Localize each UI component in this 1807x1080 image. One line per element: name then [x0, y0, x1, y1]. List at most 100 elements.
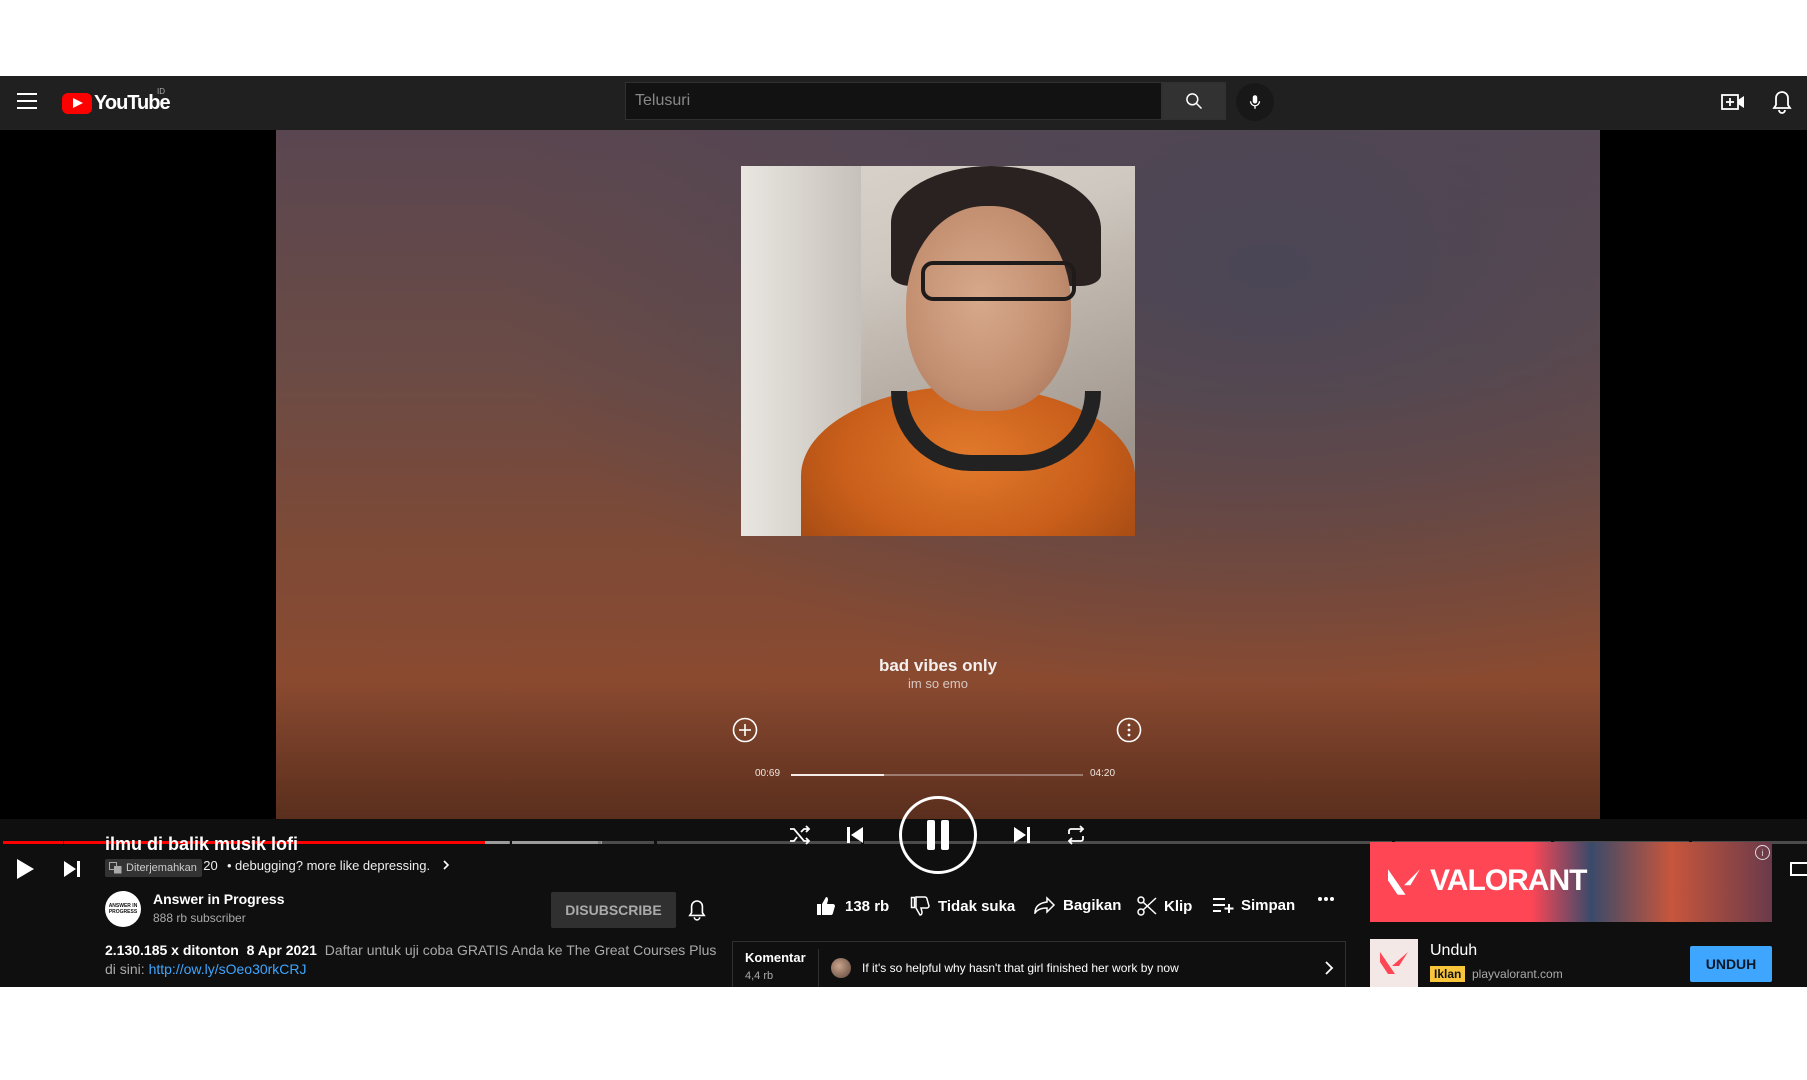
comments-divider — [818, 949, 819, 987]
progress-played — [3, 841, 63, 844]
more-actions-button[interactable] — [1317, 896, 1335, 902]
song-time-total: 04:20 — [1090, 768, 1116, 779]
search-icon — [1186, 93, 1203, 110]
create-video-button[interactable] — [1721, 91, 1745, 118]
valorant-logo-icon — [1380, 952, 1408, 974]
album-art-face — [906, 206, 1071, 411]
progress-chapter-segment[interactable] — [511, 841, 602, 844]
dislike-button[interactable]: Tidak suka — [910, 896, 1015, 916]
chapter-title: debugging? more like depressing. — [235, 858, 431, 873]
upload-date: 8 Apr 2021 — [246, 942, 317, 958]
share-icon — [1034, 896, 1056, 914]
album-art-glasses — [921, 261, 1076, 301]
voice-search-button[interactable] — [1236, 83, 1274, 121]
progress-buffered — [511, 841, 602, 844]
channel-avatar-text: ANSWER IN PROGRESS — [108, 903, 138, 915]
save-label: Simpan — [1241, 896, 1296, 914]
description-link[interactable]: http://ow.ly/sOeo30rkCRJ — [149, 961, 307, 977]
channel-notification-button[interactable] — [688, 899, 706, 926]
progress-chapter-segment[interactable] — [3, 841, 63, 844]
song-seek-progress — [791, 774, 885, 776]
add-song-button[interactable] — [732, 717, 758, 748]
ad-cta-title[interactable]: Unduh — [1430, 942, 1477, 960]
progress-chapter-segment[interactable] — [657, 841, 861, 844]
play-button[interactable] — [15, 858, 35, 885]
chapter-separator: • — [227, 858, 232, 873]
translated-label: Diterjemahkan — [126, 862, 197, 874]
channel-avatar[interactable]: ANSWER IN PROGRESS — [105, 891, 141, 927]
bell-icon — [1772, 91, 1792, 114]
video-player[interactable]: bad vibes only im so emo 00:69 04:20 • d… — [0, 130, 1807, 879]
plus-circle-icon — [732, 717, 758, 743]
youtube-play-icon — [62, 92, 92, 114]
search-box[interactable] — [625, 82, 1162, 120]
share-label: Bagikan — [1063, 896, 1122, 914]
song-time-current: 00:69 — [755, 768, 781, 779]
scissors-icon — [1137, 896, 1157, 916]
clip-button[interactable]: Klip — [1137, 896, 1192, 916]
comments-count: 4,4 rb — [745, 970, 774, 982]
clip-label: Klip — [1164, 897, 1193, 915]
song-artist: im so emo — [908, 676, 968, 691]
masthead: YouTube ID — [0, 76, 1807, 130]
open-comments-button[interactable] — [1322, 959, 1336, 982]
ad-brand: VALORANT — [1430, 864, 1587, 897]
view-count: 2.130.185 x ditonton — [105, 942, 239, 958]
progress-chapter-segment[interactable] — [345, 841, 478, 844]
dislike-label: Tidak suka — [938, 897, 1016, 915]
like-button[interactable]: 138 rb — [816, 896, 889, 916]
search-input[interactable] — [633, 91, 1161, 111]
skip-next-icon — [64, 861, 80, 877]
subscriber-count: 888 rb subscriber — [153, 911, 246, 925]
save-button[interactable]: Simpan — [1212, 896, 1295, 914]
ad-banner[interactable]: VALORANT — [1370, 842, 1772, 922]
ad-advertiser-logo[interactable] — [1370, 939, 1418, 987]
subscribed-button[interactable]: DISUBSCRIBE — [551, 892, 676, 928]
thumbs-up-icon — [817, 897, 835, 915]
progress-played — [475, 841, 486, 844]
thumbs-down-icon — [910, 896, 930, 916]
like-count: 138 rb — [845, 897, 890, 915]
more-vertical-circle-icon — [1116, 717, 1142, 743]
song-title: bad vibes only — [878, 656, 998, 675]
next-video-button[interactable] — [62, 859, 82, 884]
progress-chapter-segment[interactable] — [601, 841, 655, 844]
album-art-image — [741, 166, 1135, 536]
chapter-title-button[interactable]: debugging? more like depressing. — [235, 858, 452, 873]
search-button[interactable] — [1162, 82, 1226, 120]
share-button[interactable]: Bagikan — [1034, 896, 1121, 914]
create-video-icon — [1721, 94, 1744, 110]
translated-badge: Diterjemahkan — [105, 859, 202, 877]
ad-download-button[interactable]: UNDUH — [1690, 946, 1772, 982]
progress-chapter-segment[interactable] — [475, 841, 510, 844]
youtube-logo[interactable]: YouTube ID — [62, 87, 171, 115]
bell-icon — [688, 900, 706, 921]
song-options-button[interactable] — [1116, 717, 1142, 748]
translate-icon — [109, 862, 122, 874]
microphone-icon — [1249, 95, 1261, 109]
video-title: ilmu di balik musik lofi — [105, 834, 299, 854]
theater-mode-icon — [1790, 862, 1807, 876]
progress-chapter-segment[interactable] — [934, 841, 1393, 844]
notifications-button[interactable] — [1772, 90, 1792, 119]
ad-domain: playvalorant.com — [1472, 967, 1563, 981]
channel-name[interactable]: Answer in Progress — [153, 891, 285, 907]
youtube-window: YouTube ID bad — [0, 76, 1807, 987]
pause-icon — [927, 820, 949, 850]
more-horizontal-icon — [1318, 897, 1334, 901]
theater-mode-button[interactable] — [1790, 860, 1807, 883]
chevron-right-icon — [443, 860, 449, 870]
ad-info-icon[interactable]: i — [1755, 845, 1770, 860]
song-pause-button[interactable] — [899, 796, 977, 874]
progress-played — [345, 841, 478, 844]
commenter-avatar — [831, 958, 851, 978]
menu-icon[interactable] — [17, 93, 37, 109]
valorant-logo-icon — [1388, 869, 1406, 895]
top-comment: If it's so helpful why hasn't that girl … — [862, 961, 1179, 975]
comments-label: Komentar — [745, 950, 806, 965]
playlist-add-icon — [1213, 898, 1234, 913]
progress-chapter-segment[interactable] — [863, 841, 932, 844]
video-description[interactable]: 2.130.185 x ditonton 8 Apr 2021 Daftar u… — [105, 941, 725, 979]
region-code: ID — [157, 87, 165, 96]
chevron-right-icon — [1325, 961, 1334, 975]
